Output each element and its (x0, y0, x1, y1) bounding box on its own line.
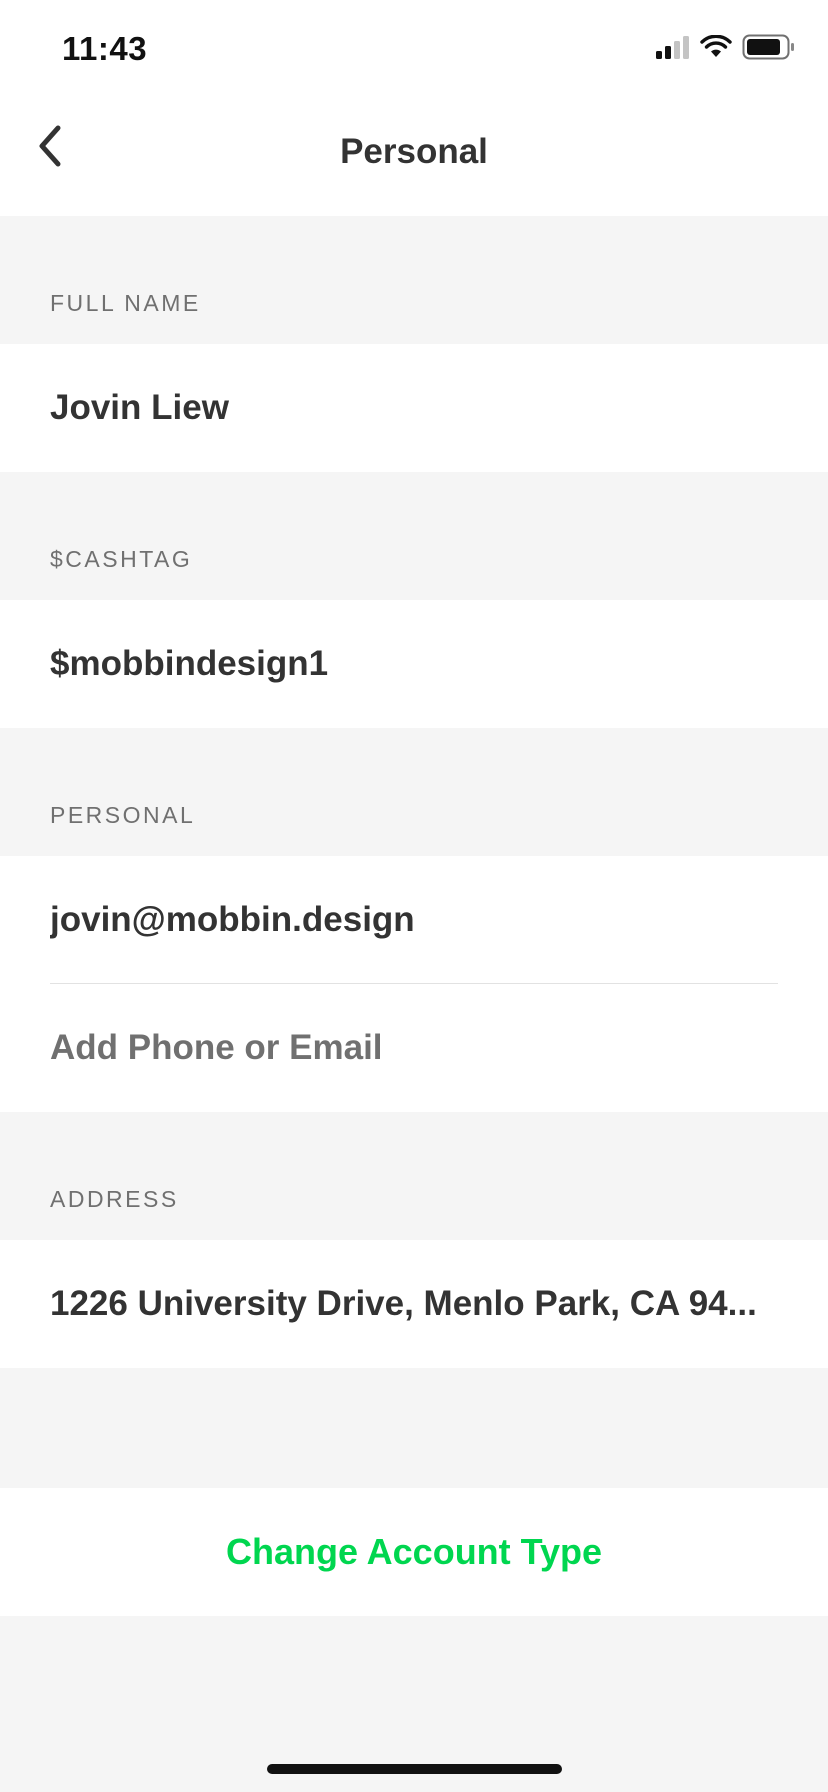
section-header-personal: PERSONAL (50, 802, 196, 828)
add-phone-or-email-label: Add Phone or Email (50, 1028, 383, 1067)
address-row[interactable]: 1226 University Drive, Menlo Park, CA 94… (0, 1240, 828, 1368)
section-header-full-name: FULL NAME (50, 290, 201, 316)
cashtag-row[interactable]: $mobbindesign1 (0, 600, 828, 728)
change-account-type-button[interactable]: Change Account Type (0, 1488, 828, 1616)
wifi-icon (700, 34, 732, 64)
email-row[interactable]: jovin@mobbin.design (0, 856, 828, 984)
change-account-type-label: Change Account Type (225, 1531, 603, 1572)
section-header-cashtag: $CASHTAG (50, 546, 193, 572)
address-value: 1226 University Drive, Menlo Park, CA 94… (50, 1284, 757, 1323)
page-title: Personal (340, 132, 488, 171)
navigation-bar: Personal (0, 100, 828, 216)
status-bar: 11:43 (0, 0, 828, 100)
section-header-address: ADDRESS (50, 1186, 179, 1212)
home-indicator (267, 1764, 562, 1774)
cellular-signal-icon (654, 35, 690, 64)
add-phone-or-email-row[interactable]: Add Phone or Email (0, 984, 828, 1112)
cashtag-value: $mobbindesign1 (50, 644, 329, 683)
full-name-row[interactable]: Jovin Liew (0, 344, 828, 472)
status-icons (654, 34, 796, 65)
status-time: 11:43 (62, 30, 148, 67)
battery-icon (742, 34, 796, 65)
email-value: jovin@mobbin.design (50, 900, 415, 939)
full-name-value: Jovin Liew (50, 388, 229, 427)
